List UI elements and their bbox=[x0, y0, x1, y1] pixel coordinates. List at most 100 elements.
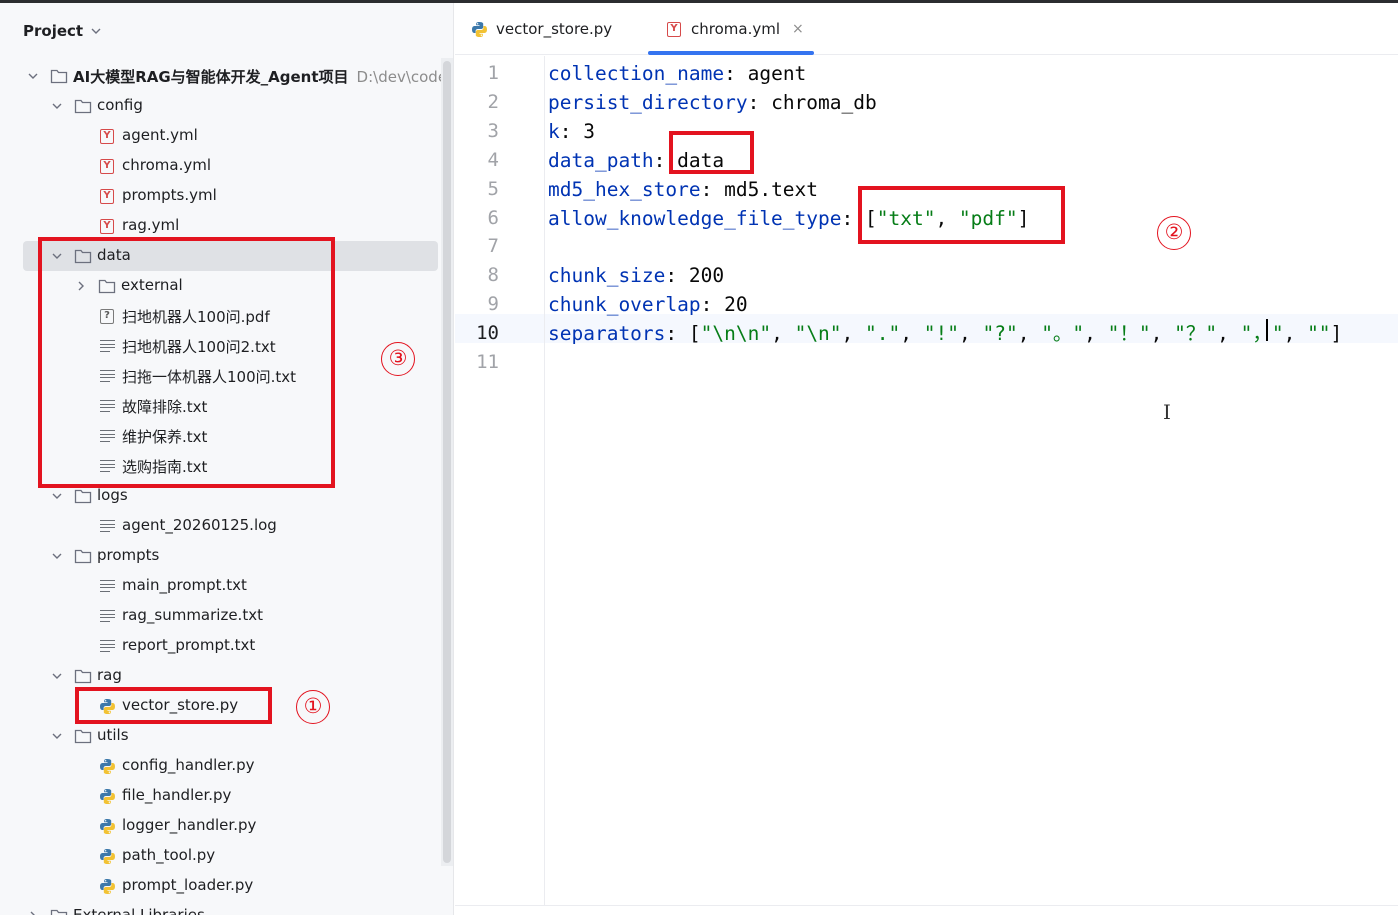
line-number: 4 bbox=[487, 148, 499, 171]
line-number: 7 bbox=[487, 235, 499, 258]
chevron-down-icon[interactable] bbox=[50, 661, 64, 691]
tree-item-text: report_prompt.txt bbox=[122, 636, 256, 654]
chevron-down-icon[interactable] bbox=[50, 541, 64, 571]
tab-label: vector_store.py bbox=[496, 20, 613, 38]
active-tab-indicator bbox=[648, 51, 814, 55]
code-line[interactable]: chunk_size: 200 bbox=[548, 261, 724, 290]
yaml-string: "" bbox=[1307, 322, 1331, 346]
tab-vector-store[interactable]: vector_store.py bbox=[470, 3, 612, 55]
tree-file-item[interactable]: prompt_loader.py bbox=[0, 871, 440, 901]
yaml-string: "？" bbox=[1174, 322, 1218, 346]
code-line[interactable]: chunk_overlap: 20 bbox=[548, 290, 748, 319]
tree-item-text: rag_summarize.txt bbox=[122, 606, 263, 624]
chevron-down-icon[interactable] bbox=[26, 61, 40, 91]
yaml-value: , bbox=[771, 322, 795, 346]
tree-item-text: rag.yml bbox=[122, 216, 180, 234]
tree-item-text: chroma.yml bbox=[122, 156, 211, 174]
yaml-value: , bbox=[1084, 322, 1108, 346]
code-line[interactable]: k: 3 bbox=[548, 117, 595, 146]
line-number: 1 bbox=[487, 62, 499, 84]
tree-folder-prompts[interactable]: prompts bbox=[0, 541, 440, 571]
yaml-value: md5.text bbox=[724, 177, 819, 201]
folder-icon bbox=[74, 97, 92, 115]
tree-scrollbar-thumb[interactable] bbox=[443, 61, 451, 863]
yaml-value: , bbox=[1283, 322, 1308, 346]
chevron-down-icon[interactable] bbox=[50, 721, 64, 751]
tree-folder-config[interactable]: config bbox=[0, 91, 440, 121]
tree-file-item[interactable]: file_handler.py bbox=[0, 781, 440, 811]
tree-item-text: utils bbox=[97, 726, 129, 744]
tree-file-item[interactable]: Yagent.yml bbox=[0, 121, 440, 151]
python-file-icon bbox=[470, 20, 488, 38]
yaml-value: , bbox=[900, 322, 924, 346]
yaml-key: allow_knowledge_file_type bbox=[548, 206, 842, 230]
text-file-icon bbox=[98, 577, 116, 595]
folder-icon bbox=[50, 67, 68, 85]
chevron-down-icon[interactable] bbox=[50, 91, 64, 121]
chevron-down-icon bbox=[91, 28, 101, 34]
tree-file-item[interactable]: rag_summarize.txt bbox=[0, 601, 440, 631]
tree-folder-external-libraries[interactable]: External Libraries bbox=[0, 901, 440, 915]
annotation-box-file-types bbox=[858, 186, 1065, 244]
line-number: 11 bbox=[476, 351, 499, 373]
tree-item-label: config bbox=[97, 96, 143, 114]
chevron-right-icon[interactable] bbox=[26, 901, 40, 915]
tree-file-item[interactable]: path_tool.py bbox=[0, 841, 440, 871]
line-number: 5 bbox=[487, 177, 499, 200]
yaml-value: chroma_db bbox=[771, 90, 877, 114]
tree-item-label: prompts bbox=[97, 546, 159, 564]
yaml-key: separators bbox=[548, 322, 666, 346]
tree-file-item[interactable]: agent_20260125.log bbox=[0, 511, 440, 541]
tree-item-text: prompts.yml bbox=[122, 186, 217, 204]
yaml-key: data_path bbox=[548, 148, 654, 172]
editor-area: vector_store.py Y chroma.yml × 1 2 3 4 5 6 7 8 9… bbox=[455, 3, 1398, 915]
yaml-file-icon: Y bbox=[98, 217, 116, 235]
code-line[interactable]: md5_hex_store: md5.text bbox=[548, 175, 818, 204]
tree-file-item[interactable]: config_handler.py bbox=[0, 751, 440, 781]
folder-icon bbox=[74, 547, 92, 565]
tree-item-label: path_tool.py bbox=[122, 846, 215, 864]
yaml-value: , bbox=[1217, 322, 1241, 346]
yaml-string: "?" bbox=[982, 322, 1018, 346]
editor-tab-bar: vector_store.py Y chroma.yml × bbox=[455, 3, 1398, 55]
yaml-file-icon: Y bbox=[98, 187, 116, 205]
tree-item-text: agent.yml bbox=[122, 126, 198, 144]
tab-chroma-yml[interactable]: Y chroma.yml × bbox=[665, 3, 804, 55]
yaml-value: 3 bbox=[583, 119, 595, 143]
project-view-selector[interactable]: Project bbox=[23, 20, 103, 42]
code-line[interactable]: separators: ["\n\n", "\n", ".", "!", "?"… bbox=[548, 319, 1342, 348]
code-line[interactable]: collection_name: agent bbox=[548, 59, 806, 88]
tree-item-label: file_handler.py bbox=[122, 786, 231, 804]
code-line[interactable]: persist_directory: chroma_db bbox=[548, 88, 877, 117]
tree-file-item[interactable]: main_prompt.txt bbox=[0, 571, 440, 601]
tree-item-text: External Libraries bbox=[73, 906, 205, 915]
tree-item-label: agent.yml bbox=[122, 126, 198, 144]
yaml-string: "\n\n" bbox=[700, 322, 772, 346]
tree-file-item[interactable]: logger_handler.py bbox=[0, 811, 440, 841]
tree-file-item[interactable]: Yprompts.yml bbox=[0, 181, 440, 211]
tree-file-item[interactable]: Ychroma.yml bbox=[0, 151, 440, 181]
annotation-number-1: ① bbox=[296, 690, 330, 724]
tree-item-label: agent_20260125.log bbox=[122, 516, 277, 534]
python-file-icon bbox=[98, 847, 116, 865]
python-file-icon bbox=[98, 817, 116, 835]
line-number: 6 bbox=[487, 206, 499, 229]
tree-item-label: prompt_loader.py bbox=[122, 876, 253, 894]
tree-item-label: rag.yml bbox=[122, 216, 179, 234]
line-number: 9 bbox=[487, 293, 499, 316]
i-beam-cursor-icon: I bbox=[1163, 400, 1171, 424]
yaml-value: , bbox=[1150, 322, 1175, 346]
tree-file-item[interactable]: report_prompt.txt bbox=[0, 631, 440, 661]
yaml-file-icon: Y bbox=[665, 20, 683, 38]
yaml-value: agent bbox=[747, 62, 807, 85]
tree-item-label: logs bbox=[97, 486, 128, 504]
close-tab-icon[interactable]: × bbox=[792, 21, 804, 37]
tree-item-label: prompts.yml bbox=[122, 186, 217, 204]
tree-folder-ai-rag-agent[interactable]: AI大模型RAG与智能体开发_Agent项目 D:\dev\code\p bbox=[0, 61, 453, 91]
yaml-key: chunk_overlap bbox=[548, 293, 701, 317]
tree-item-label: config_handler.py bbox=[122, 756, 254, 774]
yaml-string: "!" bbox=[923, 322, 959, 346]
editor-bottom-border bbox=[455, 905, 1398, 915]
tree-folder-utils[interactable]: utils bbox=[0, 721, 440, 751]
yaml-value: [ bbox=[688, 322, 701, 346]
